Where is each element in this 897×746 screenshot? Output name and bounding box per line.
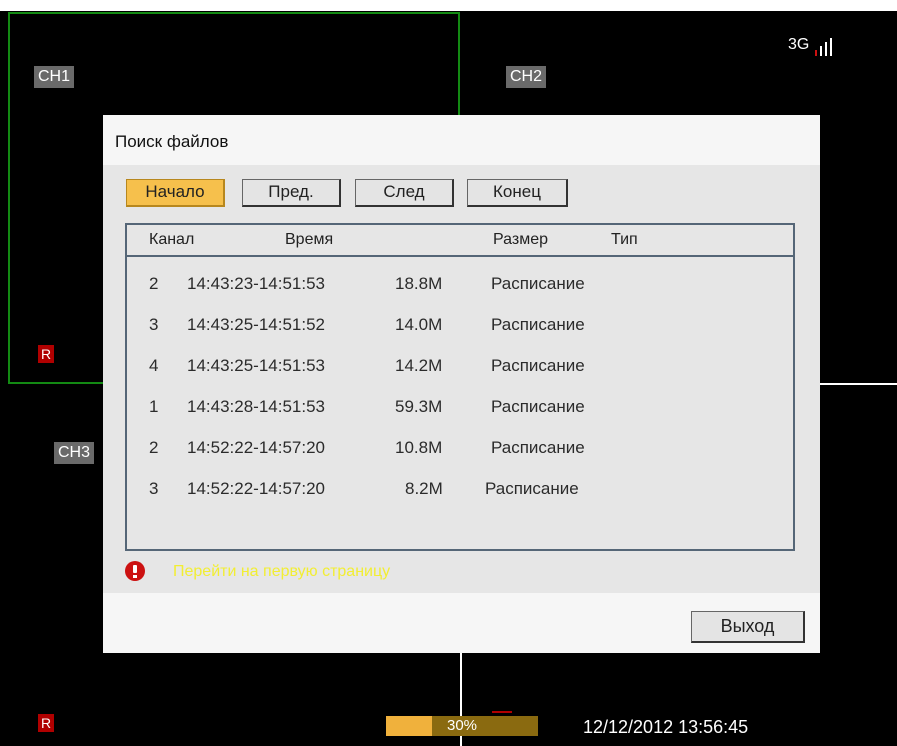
column-type: Тип: [611, 231, 638, 248]
file-time: 14:43:28-14:51:53: [187, 397, 326, 416]
column-time: Время: [285, 231, 334, 248]
first-page-button[interactable]: Начало: [126, 179, 225, 207]
file-row[interactable]: 1 14:43:28-14:51:53 59.3M Расписание: [127, 397, 793, 438]
file-search-dialog: Поиск файлов Начало Пред. След Конец Кан…: [103, 115, 820, 653]
last-page-button[interactable]: Конец: [467, 179, 568, 207]
file-type: Расписание: [485, 479, 579, 498]
file-channel: 4: [149, 356, 159, 375]
exit-button[interactable]: Выход: [691, 611, 805, 643]
file-time: 14:52:22-14:57:20: [187, 438, 326, 457]
file-size: 10.8M: [395, 438, 443, 457]
file-row[interactable]: 4 14:43:25-14:51:53 14.2M Расписание: [127, 356, 793, 397]
file-size: 59.3M: [395, 397, 443, 416]
file-row[interactable]: 2 14:52:22-14:57:20 10.8M Расписание: [127, 438, 793, 479]
file-row[interactable]: 3 14:52:22-14:57:20 8.2M Расписание: [127, 479, 793, 520]
file-time: 14:43:23-14:51:53: [187, 274, 326, 293]
network-label: 3G: [788, 36, 810, 53]
dialog-title: Поиск файлов: [115, 132, 229, 151]
record-badge-ch3: R: [38, 714, 54, 732]
file-channel: 2: [149, 438, 159, 457]
top-strip: [0, 0, 897, 11]
progress-bar: 30%: [386, 716, 538, 736]
file-channel: 1: [149, 397, 159, 416]
file-list-header: Канал Время Размер Тип: [127, 225, 793, 257]
file-channel: 3: [149, 315, 159, 334]
record-indicator: [492, 711, 512, 713]
file-channel: 2: [149, 274, 159, 293]
file-type: Расписание: [491, 438, 585, 457]
grid-divider-horizontal: [820, 383, 897, 385]
alert-icon: [125, 561, 145, 581]
prev-page-button[interactable]: Пред.: [242, 179, 341, 207]
file-row[interactable]: 2 14:43:23-14:51:53 18.8M Расписание: [127, 274, 793, 315]
file-size: 14.2M: [395, 356, 443, 375]
file-size: 8.2M: [405, 479, 443, 498]
file-type: Расписание: [491, 315, 585, 334]
hint-message: Перейти на первую страницу: [173, 563, 391, 580]
channel-label-ch3: CH3: [54, 442, 95, 464]
file-size: 14.0M: [395, 315, 443, 334]
file-channel: 3: [149, 479, 159, 498]
file-time: 14:43:25-14:51:52: [187, 315, 326, 334]
file-type: Расписание: [491, 356, 585, 375]
column-channel: Канал: [149, 231, 195, 248]
file-size: 18.8M: [395, 274, 443, 293]
file-time: 14:43:25-14:51:53: [187, 356, 326, 375]
signal-bars-icon: [815, 36, 843, 56]
channel-label-ch2: CH2: [506, 66, 547, 88]
progress-label: 30%: [446, 717, 478, 734]
next-page-button[interactable]: След: [355, 179, 454, 207]
file-type: Расписание: [491, 397, 585, 416]
file-list: Канал Время Размер Тип 2 14:43:23-14:51:…: [125, 223, 795, 551]
date-time: 12/12/2012 13:56:45: [583, 717, 749, 737]
file-row[interactable]: 3 14:43:25-14:51:52 14.0M Расписание: [127, 315, 793, 356]
column-size: Размер: [493, 231, 548, 248]
file-time: 14:52:22-14:57:20: [187, 479, 326, 498]
record-badge-ch1: R: [38, 345, 54, 363]
channel-label-ch1: CH1: [34, 66, 75, 88]
file-type: Расписание: [491, 274, 585, 293]
